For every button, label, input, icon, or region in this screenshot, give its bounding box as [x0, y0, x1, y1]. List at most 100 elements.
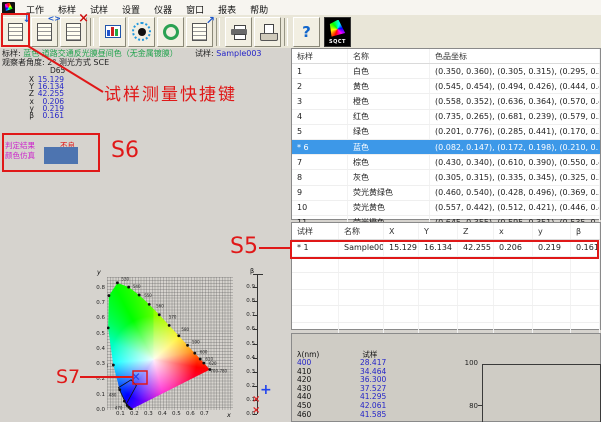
standard-coords: (0.557, 0.442), (0.512, 0.421), (0.446, … [430, 201, 600, 215]
locus-dot-600 [193, 352, 196, 355]
measure-sample-button[interactable]: ↓ [2, 17, 29, 47]
export-button[interactable]: ↗ [186, 17, 213, 47]
cie-ytick-0.5: 0.5 [91, 331, 105, 337]
cie-xtick-0.7: 0.7 [200, 411, 209, 417]
app-window: 工作标样试样设置仪器窗口报表帮助 ↓ <> × ↗ [0, 0, 601, 422]
locus-dot-540 [138, 294, 141, 297]
standard-name: 灰色 [348, 170, 430, 184]
print-preview-button[interactable] [254, 17, 281, 47]
standards-row-4[interactable]: 4红色(0.735, 0.265), (0.681, 0.239), (0.57… [292, 110, 600, 125]
standard-name: 荧光黄绿色 [348, 186, 430, 200]
locus-dot-460 [126, 404, 129, 407]
sci-target-icon [132, 22, 151, 41]
sample-cell: * 1 [292, 240, 339, 256]
locus-dot-480 [118, 388, 121, 391]
sample-cell: 15.129 [384, 240, 419, 256]
standard-name: 橙色 [348, 94, 430, 108]
standard-name: 荧光黄色 [348, 201, 430, 215]
browse-records-button[interactable]: <> [31, 17, 58, 47]
locus-dot-570 [168, 324, 171, 327]
cie-xtick-0.3: 0.3 [144, 411, 153, 417]
standards-row-3[interactable]: 3橙色(0.558, 0.352), (0.636, 0.364), (0.57… [292, 94, 600, 109]
locus-label-580: 580 [181, 327, 189, 332]
locus-label-560: 560 [156, 303, 164, 308]
standard-coords: (0.735, 0.265), (0.681, 0.239), (0.579, … [430, 110, 600, 124]
locus-dot-520 [116, 281, 119, 284]
annotation-shortcut-text: 试样测量快捷键 [104, 80, 237, 105]
sample-row[interactable]: * 1Sample00315.12916.13442.2550.2060.219… [292, 240, 600, 257]
delete-record-button[interactable]: × [60, 17, 87, 47]
toolbar-separator [90, 18, 94, 46]
standard-coords: (0.558, 0.352), (0.636, 0.364), (0.570, … [430, 94, 600, 108]
beta-tick-label-0.6: 0.6 [236, 326, 255, 332]
sample-col-X: X [384, 223, 419, 239]
cie-xtick-0.6: 0.6 [186, 411, 195, 417]
standards-row-6[interactable]: * 6蓝色(0.082, 0.147), (0.172, 0.198), (0.… [292, 140, 600, 155]
sample-col-x: x [494, 223, 533, 239]
export-arrow-icon: ↗ [206, 14, 215, 27]
menu-item-设置[interactable]: 设置 [115, 6, 147, 16]
locus-label-490: 490 [107, 364, 109, 369]
standards-row-2[interactable]: 2黄色(0.545, 0.454), (0.494, 0.426), (0.44… [292, 79, 600, 94]
print-button[interactable] [225, 17, 252, 47]
tolerance-polygon [119, 380, 137, 404]
cie-ytick-0.1: 0.1 [91, 392, 105, 398]
standard-id: 2 [292, 79, 348, 93]
menu-item-报表[interactable]: 报表 [211, 6, 243, 16]
toolbar: ↓ <> × ↗ [0, 15, 601, 48]
measure-sci-button[interactable] [128, 17, 155, 47]
sample-cell: 42.255 [458, 240, 494, 256]
color-chart-button[interactable] [99, 17, 126, 47]
toolbar-separator [216, 18, 220, 46]
color-simulation-label: 颜色仿真 [5, 150, 35, 161]
cie-ytick-0.6: 0.6 [91, 315, 105, 321]
locus-dot-560 [158, 313, 161, 316]
cie-chromaticity-diagram: 3804304504604704804905005105205305405505… [107, 277, 233, 410]
menu-item-仪器[interactable]: 仪器 [147, 6, 179, 16]
app-icon [2, 2, 15, 14]
sample-label: 试样: [195, 49, 214, 58]
beta-tick-label-0.2: 0.2 [236, 383, 255, 389]
standards-row-5[interactable]: 5绿色(0.201, 0.776), (0.285, 0.441), (0.17… [292, 125, 600, 140]
standard-coords: (0.545, 0.454), (0.494, 0.426), (0.444, … [430, 79, 600, 93]
standard-id: * 6 [292, 140, 348, 154]
locus-label-600: 600 [200, 349, 208, 354]
cie-ytick-0.7: 0.7 [91, 300, 105, 306]
beta-tick-label-0.5: 0.5 [236, 341, 255, 347]
question-mark-icon: ? [302, 23, 311, 41]
beta-sample-marker: + [260, 382, 272, 398]
measure-sce-button[interactable] [157, 17, 184, 47]
cie-ytick-0.3: 0.3 [91, 361, 105, 367]
cie-ytick-0.4: 0.4 [91, 346, 105, 352]
standard-id: 8 [292, 170, 348, 184]
locus-label-570: 570 [169, 315, 177, 320]
standards-row-9[interactable]: 9荧光黄绿色(0.460, 0.540), (0.428, 0.496), (0… [292, 186, 600, 201]
standards-row-1[interactable]: 1白色(0.350, 0.360), (0.305, 0.315), (0.29… [292, 64, 600, 79]
annotation-s7: S7 [56, 366, 80, 388]
sample-col-试样: 试样 [292, 223, 339, 239]
col-name: 名称 [348, 49, 430, 63]
standards-row-8[interactable]: 8灰色(0.305, 0.315), (0.335, 0.345), (0.32… [292, 170, 600, 185]
standard-id: 5 [292, 125, 348, 139]
locus-label-590: 590 [192, 339, 200, 344]
locus-label-540: 540 [133, 284, 141, 289]
standard-id: 10 [292, 201, 348, 215]
col-standard-id: 标样 [292, 49, 348, 63]
locus-label-470: 470 [115, 406, 123, 410]
standard-id: 1 [292, 64, 348, 78]
standards-table: 标样 名称 色品坐标 1白色(0.350, 0.360), (0.305, 0.… [291, 48, 601, 220]
help-button[interactable]: ? [293, 17, 320, 47]
standard-id: 9 [292, 186, 348, 200]
standard-coords: (0.460, 0.540), (0.428, 0.496), (0.369, … [430, 186, 600, 200]
beta-tick-label-0.3: 0.3 [236, 369, 255, 375]
standards-row-7[interactable]: 7棕色(0.430, 0.340), (0.610, 0.390), (0.55… [292, 155, 600, 170]
sqct-button[interactable]: SQCT [324, 17, 351, 47]
standards-row-10[interactable]: 10荧光黄色(0.557, 0.442), (0.512, 0.421), (0… [292, 201, 600, 216]
menu-item-帮助[interactable]: 帮助 [243, 6, 275, 16]
locus-label-480: 480 [109, 393, 117, 398]
cie-xtick-0.2: 0.2 [130, 411, 139, 417]
standard-coords: (0.430, 0.340), (0.610, 0.390), (0.550, … [430, 155, 600, 169]
measure-sample-icon [8, 23, 23, 41]
standard-name: 绿色 [348, 125, 430, 139]
sample-col-Z: Z [458, 223, 494, 239]
